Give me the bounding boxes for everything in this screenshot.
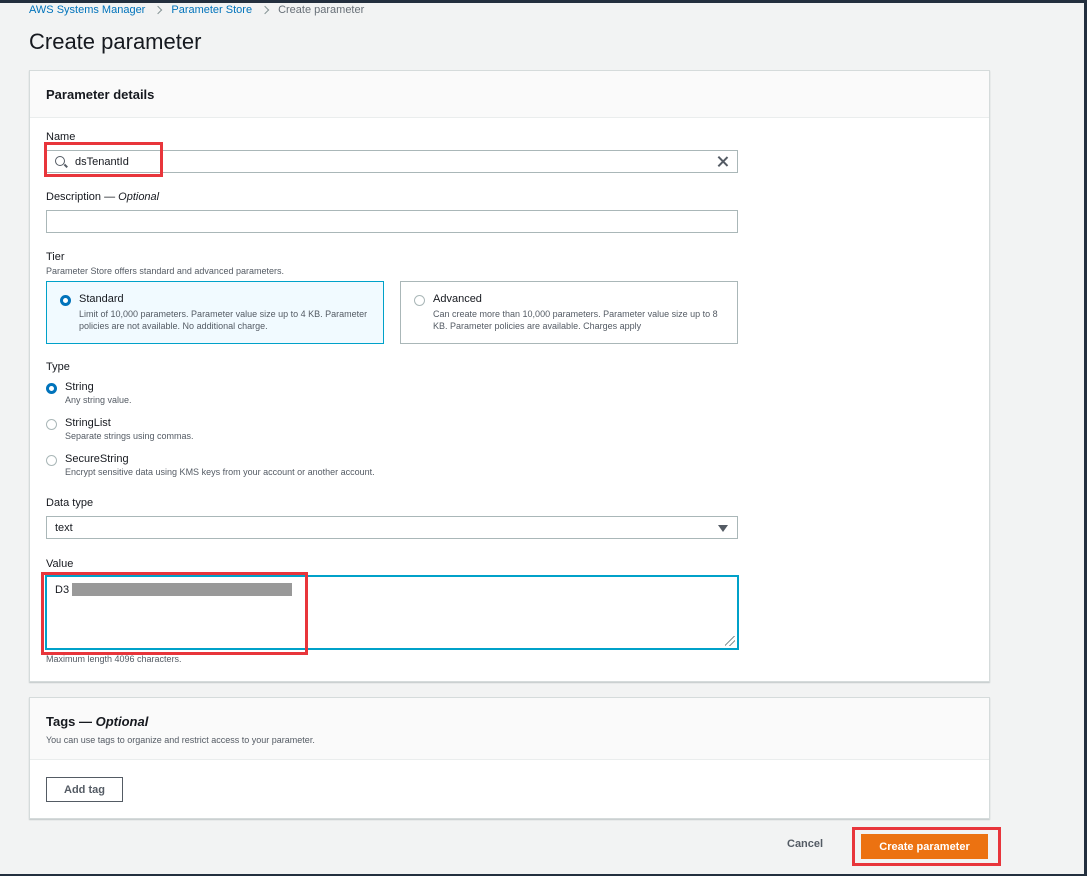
- value-textarea[interactable]: D3: [46, 576, 738, 649]
- radio-selected-icon: [60, 295, 71, 306]
- tier-standard-desc: Limit of 10,000 parameters. Parameter va…: [79, 309, 368, 331]
- cancel-button[interactable]: Cancel: [787, 838, 823, 850]
- page-title: Create parameter: [29, 29, 202, 54]
- type-string-title: String: [65, 381, 94, 393]
- tags-title-text: Tags —: [46, 714, 96, 729]
- chevron-right-icon: [260, 5, 270, 15]
- radio-unselected-icon: [46, 455, 57, 466]
- create-parameter-button[interactable]: Create parameter: [861, 834, 988, 859]
- value-hint: Maximum length 4096 characters.: [46, 654, 182, 664]
- caret-down-icon: [718, 525, 728, 532]
- tier-standard-title: Standard: [79, 293, 124, 305]
- data-type-value: text: [55, 522, 73, 534]
- type-stringlist-title: StringList: [65, 417, 111, 429]
- value-label: Value: [46, 558, 74, 570]
- type-string-desc: Any string value.: [65, 395, 132, 405]
- tags-description: You can use tags to organize and restric…: [46, 735, 315, 745]
- resize-handle-icon[interactable]: [725, 636, 735, 646]
- breadcrumb-parameter-store[interactable]: Parameter Store: [171, 4, 252, 16]
- breadcrumb: AWS Systems Manager Parameter Store Crea…: [29, 4, 364, 16]
- panel-title: Parameter details: [46, 86, 155, 102]
- chevron-right-icon: [154, 5, 163, 15]
- description-input[interactable]: [46, 210, 738, 233]
- name-value: dsTenantId: [75, 156, 129, 168]
- add-tag-button[interactable]: Add tag: [46, 777, 123, 802]
- type-stringlist-desc: Separate strings using commas.: [65, 431, 194, 441]
- name-input[interactable]: dsTenantId: [46, 150, 738, 173]
- type-securestring-title: SecureString: [65, 453, 129, 465]
- tags-panel: Tags — Optional You can use tags to orga…: [29, 697, 990, 819]
- description-label: Description — Optional: [46, 191, 159, 203]
- name-label: Name: [46, 131, 76, 143]
- data-type-select[interactable]: text: [46, 516, 738, 539]
- clear-icon[interactable]: [716, 155, 729, 168]
- tags-title: Tags — Optional: [46, 714, 148, 729]
- tags-optional-text: Optional: [95, 714, 149, 729]
- tier-advanced-tile[interactable]: Advanced Can create more than 10,000 par…: [400, 281, 738, 344]
- search-icon: [55, 156, 65, 166]
- tier-advanced-title: Advanced: [433, 293, 482, 305]
- value-text: D3: [55, 584, 70, 596]
- radio-unselected-icon: [414, 295, 425, 306]
- radio-unselected-icon: [46, 419, 57, 430]
- breadcrumb-systems-manager[interactable]: AWS Systems Manager: [29, 4, 145, 16]
- panel-header: Parameter details: [30, 71, 989, 118]
- radio-selected-icon: [46, 383, 57, 394]
- type-label: Type: [46, 361, 70, 373]
- parameter-details-panel: Parameter details Name dsTenantId Descri…: [29, 70, 990, 682]
- tier-standard-tile[interactable]: Standard Limit of 10,000 parameters. Par…: [46, 281, 384, 344]
- tier-description: Parameter Store offers standard and adva…: [46, 266, 284, 276]
- tags-header: Tags — Optional You can use tags to orga…: [30, 698, 989, 760]
- data-type-label: Data type: [46, 497, 94, 509]
- tier-advanced-desc: Can create more than 10,000 parameters. …: [433, 309, 718, 331]
- description-label-text: Description —: [46, 191, 119, 203]
- top-border: [0, 0, 1087, 3]
- tier-label: Tier: [46, 251, 65, 263]
- breadcrumb-current: Create parameter: [278, 4, 365, 16]
- redaction-bar: [72, 583, 292, 596]
- optional-text: Optional: [118, 191, 160, 203]
- type-securestring-desc: Encrypt sensitive data using KMS keys fr…: [65, 467, 375, 477]
